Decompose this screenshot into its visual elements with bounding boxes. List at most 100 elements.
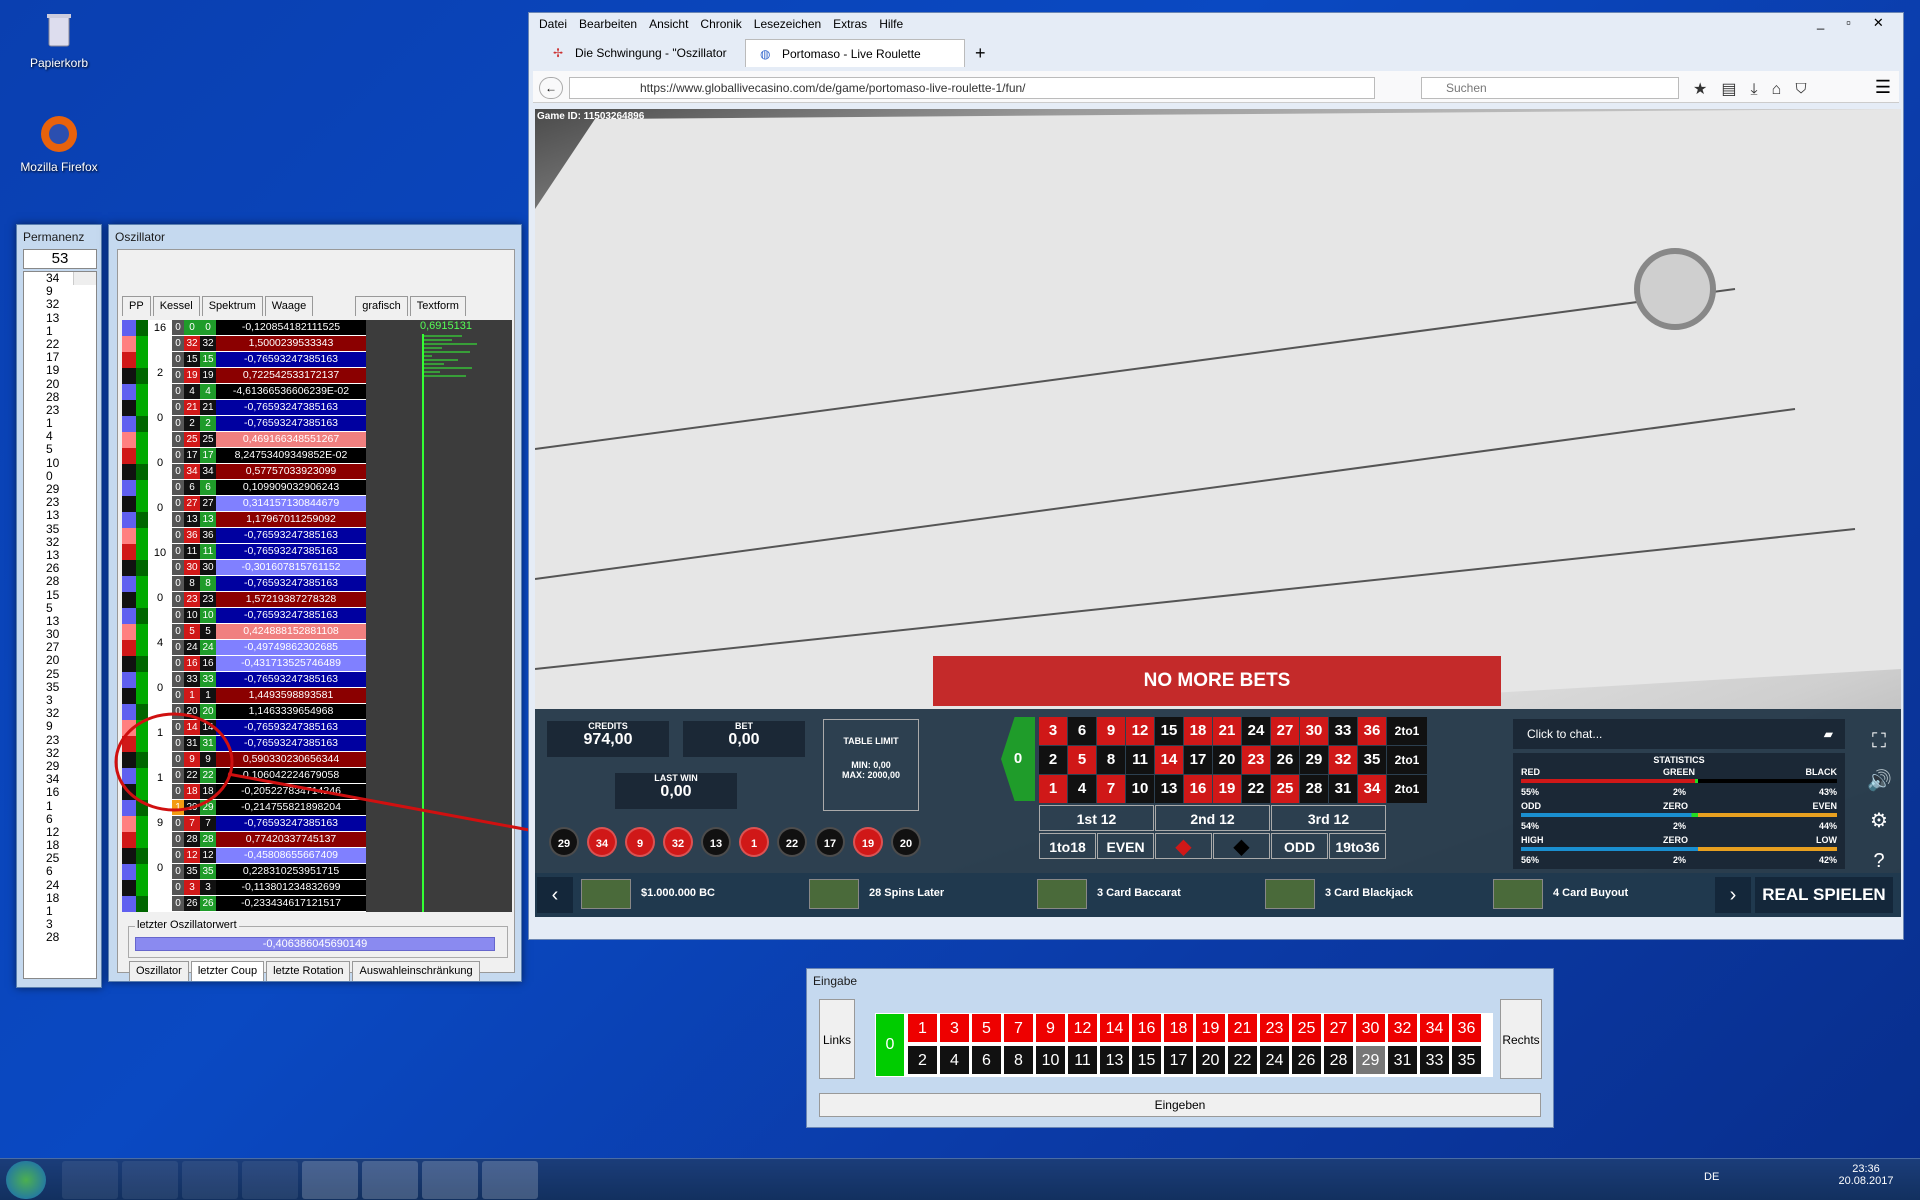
number-cell[interactable]: 4 bbox=[1068, 775, 1096, 803]
eingabe-number[interactable]: 33 bbox=[1419, 1045, 1450, 1075]
eingabe-number[interactable]: 6 bbox=[971, 1045, 1002, 1075]
number-cell[interactable]: 7 bbox=[1097, 775, 1125, 803]
number-cell[interactable]: 16 bbox=[1184, 775, 1212, 803]
start-button[interactable] bbox=[6, 1161, 46, 1199]
search-input[interactable]: Suchen bbox=[1421, 77, 1679, 99]
toolbar-icons[interactable]: ★▤⤓⌂⛉ bbox=[1693, 79, 1821, 99]
number-cell[interactable]: 5 bbox=[1068, 746, 1096, 774]
game-label[interactable]: $1.000.000 BC bbox=[641, 887, 715, 899]
number-cell[interactable]: 28 bbox=[1300, 775, 1328, 803]
eingabe-number[interactable]: 25 bbox=[1291, 1013, 1322, 1043]
number-cell[interactable]: 12 bbox=[1126, 717, 1154, 745]
eingabe-number[interactable]: 35 bbox=[1451, 1045, 1482, 1075]
game-label[interactable]: 3 Card Baccarat bbox=[1097, 887, 1181, 899]
eingabe-number[interactable]: 8 bbox=[1003, 1045, 1034, 1075]
eingabe-number[interactable]: 2 bbox=[907, 1045, 938, 1075]
number-cell[interactable]: 8 bbox=[1097, 746, 1125, 774]
eingabe-number[interactable]: 12 bbox=[1067, 1013, 1098, 1043]
links-button[interactable]: Links bbox=[819, 999, 855, 1079]
eingabe-number[interactable]: 32 bbox=[1387, 1013, 1418, 1043]
chat-input[interactable]: Click to chat... ▰ bbox=[1513, 719, 1845, 749]
eingabe-number[interactable]: 10 bbox=[1035, 1045, 1066, 1075]
eingabe-number[interactable]: 30 bbox=[1355, 1013, 1386, 1043]
eingabe-number[interactable]: 1 bbox=[907, 1013, 938, 1043]
language-indicator[interactable]: DE bbox=[1704, 1171, 1719, 1183]
eingabe-number[interactable]: 20 bbox=[1195, 1045, 1226, 1075]
eingabe-number[interactable]: 4 bbox=[939, 1045, 970, 1075]
vlc-taskbar-icon[interactable] bbox=[302, 1161, 358, 1199]
menu-ansicht[interactable]: Ansicht bbox=[649, 13, 688, 35]
number-cell[interactable]: 1 bbox=[1039, 775, 1067, 803]
eingabe-number[interactable]: 26 bbox=[1291, 1045, 1322, 1075]
number-cell[interactable]: 22 bbox=[1242, 775, 1270, 803]
eingabe-number[interactable]: 21 bbox=[1227, 1013, 1258, 1043]
game-thumbnail[interactable] bbox=[1037, 879, 1087, 909]
number-cell[interactable]: 2 bbox=[1039, 746, 1067, 774]
eingabe-number[interactable]: 13 bbox=[1099, 1045, 1130, 1075]
eingabe-number[interactable]: 34 bbox=[1419, 1013, 1450, 1043]
number-cell[interactable]: 13 bbox=[1155, 775, 1183, 803]
eingabe-number[interactable]: 5 bbox=[971, 1013, 1002, 1043]
eingabe-number[interactable]: 17 bbox=[1163, 1045, 1194, 1075]
number-cell[interactable]: 24 bbox=[1242, 717, 1270, 745]
firefox-running-taskbar-icon[interactable] bbox=[362, 1161, 418, 1199]
eingabe-number[interactable]: 15 bbox=[1131, 1045, 1162, 1075]
ie-taskbar-icon[interactable] bbox=[62, 1161, 118, 1199]
number-cell[interactable]: 29 bbox=[1300, 746, 1328, 774]
eingabe-number[interactable]: 18 bbox=[1163, 1013, 1194, 1043]
number-cell[interactable]: 23 bbox=[1242, 746, 1270, 774]
number-cell[interactable]: 9 bbox=[1097, 717, 1125, 745]
number-cell[interactable]: 36 bbox=[1358, 717, 1386, 745]
two-to-one-cell[interactable]: 2to1 bbox=[1387, 717, 1427, 745]
number-cell[interactable]: 11 bbox=[1126, 746, 1154, 774]
zero-cell[interactable]: 0 bbox=[1001, 717, 1035, 801]
number-cell[interactable]: 20 bbox=[1213, 746, 1241, 774]
eingabe-number[interactable]: 24 bbox=[1259, 1045, 1290, 1075]
eingabe-number[interactable]: 36 bbox=[1451, 1013, 1482, 1043]
number-cell[interactable]: 31 bbox=[1329, 775, 1357, 803]
url-field[interactable]: https://www.globallivecasino.com/de/game… bbox=[569, 77, 1375, 99]
number-cell[interactable]: 19 bbox=[1213, 775, 1241, 803]
tab-oszillator-page[interactable]: ✢ Die Schwingung - "Oszillator bbox=[539, 39, 745, 67]
number-cell[interactable]: 26 bbox=[1271, 746, 1299, 774]
number-cell[interactable]: 3 bbox=[1039, 717, 1067, 745]
app-window-taskbar-icon[interactable] bbox=[422, 1161, 478, 1199]
number-cell[interactable]: 32 bbox=[1329, 746, 1357, 774]
new-tab-button[interactable]: + bbox=[965, 39, 996, 67]
number-cell[interactable]: 33 bbox=[1329, 717, 1357, 745]
eingabe-number[interactable]: 28 bbox=[1323, 1045, 1354, 1075]
eingabe-number[interactable]: 19 bbox=[1195, 1013, 1226, 1043]
rechts-button[interactable]: Rechts bbox=[1500, 999, 1542, 1079]
clock[interactable]: 23:36 20.08.2017 bbox=[1836, 1163, 1896, 1187]
number-cell[interactable]: 21 bbox=[1213, 717, 1241, 745]
eingabe-number[interactable]: 7 bbox=[1003, 1013, 1034, 1043]
two-to-one-cell[interactable]: 2to1 bbox=[1387, 746, 1427, 774]
real-play-button[interactable]: REAL SPIELEN bbox=[1755, 877, 1893, 913]
firefox-taskbar-icon[interactable] bbox=[242, 1161, 298, 1199]
games-next-button[interactable]: › bbox=[1715, 877, 1751, 913]
menu-datei[interactable]: Datei bbox=[539, 13, 567, 35]
menu-icon[interactable]: ☰ bbox=[1875, 77, 1891, 98]
eingabe-zero[interactable]: 0 bbox=[875, 1013, 905, 1077]
dozen-cell[interactable]: 3rd 12 bbox=[1271, 805, 1386, 831]
dozen-cell[interactable]: 1st 12 bbox=[1039, 805, 1154, 831]
menu-chronik[interactable]: Chronik bbox=[700, 13, 741, 35]
paint-taskbar-icon[interactable] bbox=[482, 1161, 538, 1199]
two-to-one-cell[interactable]: 2to1 bbox=[1387, 775, 1427, 803]
eingabe-number[interactable]: 31 bbox=[1387, 1045, 1418, 1075]
number-cell[interactable]: 34 bbox=[1358, 775, 1386, 803]
number-cell[interactable]: 15 bbox=[1155, 717, 1183, 745]
dozen-cell[interactable]: 2nd 12 bbox=[1155, 805, 1270, 831]
eingabe-number[interactable]: 23 bbox=[1259, 1013, 1290, 1043]
eingabe-number[interactable]: 14 bbox=[1099, 1013, 1130, 1043]
side-controls[interactable]: ⛶ 🔊 ⚙? bbox=[1867, 721, 1892, 881]
menu-extras[interactable]: Extras bbox=[833, 13, 867, 35]
game-label[interactable]: 3 Card Blackjack bbox=[1325, 887, 1413, 899]
back-button[interactable]: ← bbox=[539, 77, 563, 99]
games-prev-button[interactable]: ‹ bbox=[537, 877, 573, 913]
eingabe-number[interactable]: 27 bbox=[1323, 1013, 1354, 1043]
window-controls[interactable]: _▫✕ bbox=[1817, 15, 1897, 33]
outside-bet-cell[interactable]: 19to36 bbox=[1329, 833, 1386, 859]
eingabe-number[interactable]: 29 bbox=[1355, 1045, 1386, 1075]
number-cell[interactable]: 10 bbox=[1126, 775, 1154, 803]
